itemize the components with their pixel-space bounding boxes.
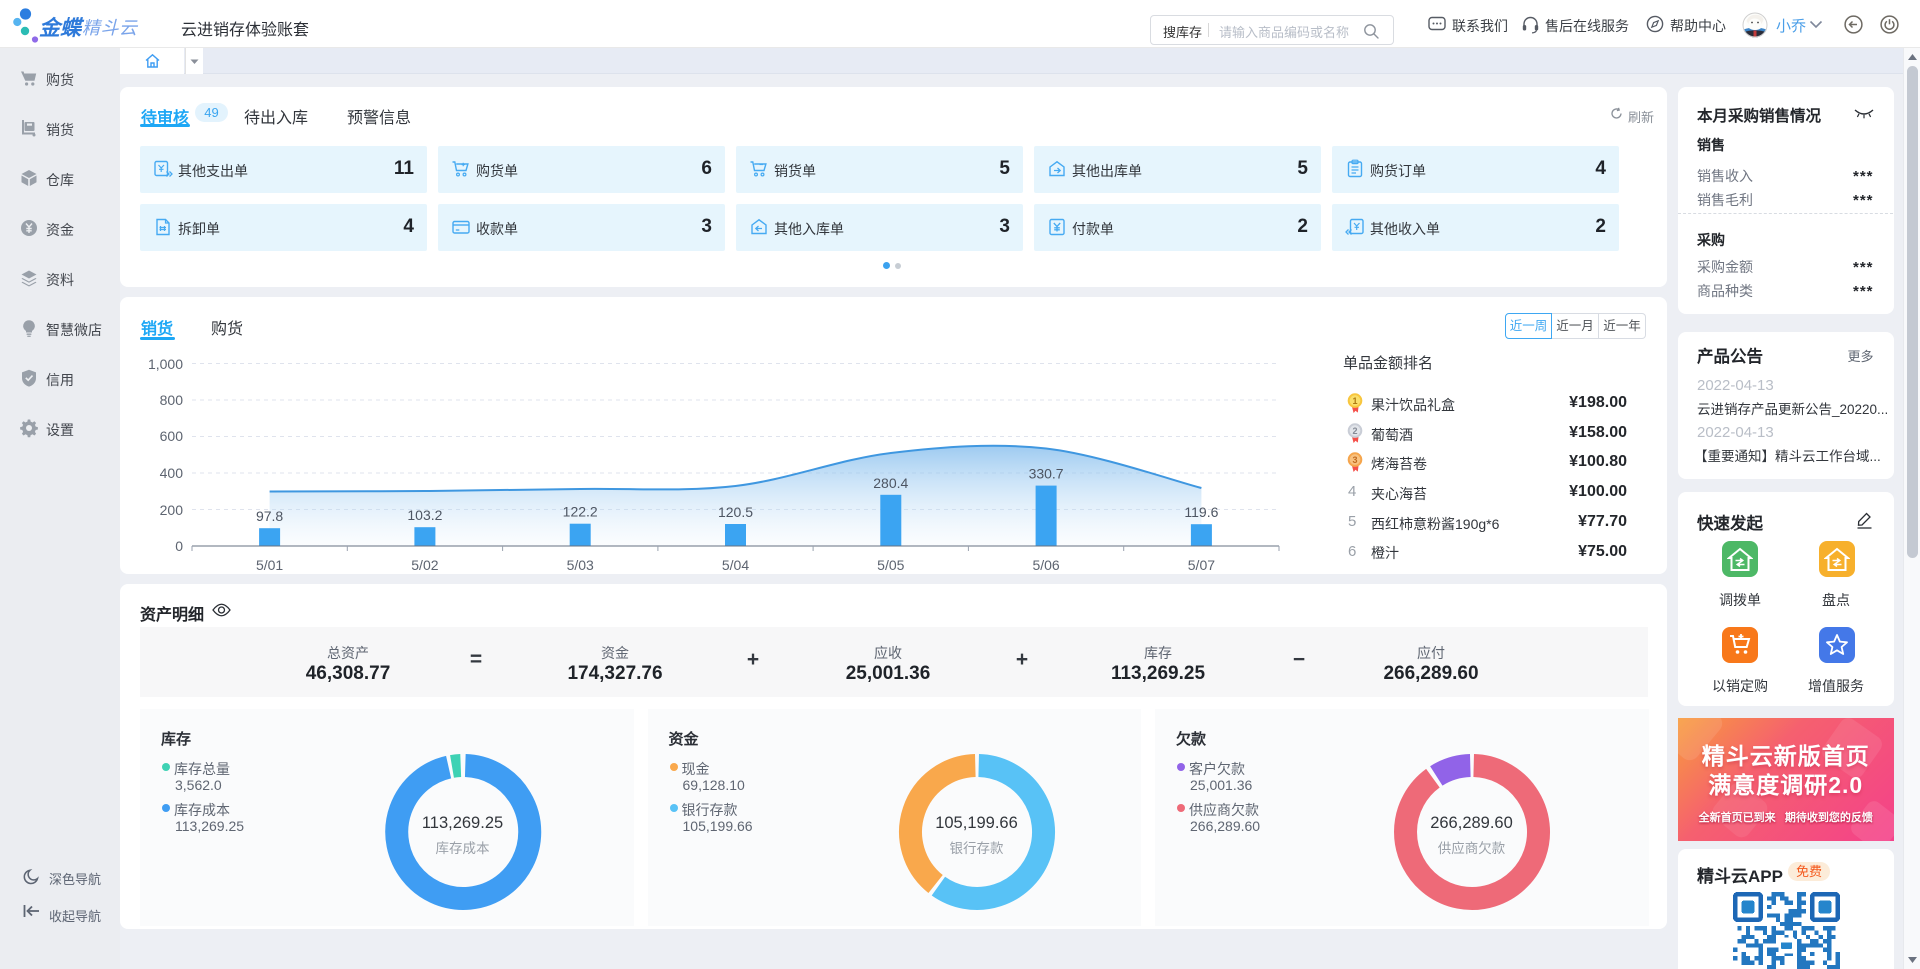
svg-text:1,000: 1,000 [148,356,183,372]
svg-text:800: 800 [160,392,184,408]
svg-text:122.2: 122.2 [563,504,598,520]
svg-text:5/07: 5/07 [1188,557,1215,573]
svg-text:3: 3 [1352,455,1357,465]
svg-text:1: 1 [1352,396,1357,406]
svg-text:5/05: 5/05 [877,557,904,573]
svg-text:200: 200 [160,502,184,518]
svg-text:120.5: 120.5 [718,504,753,520]
svg-text:103.2: 103.2 [407,507,442,523]
svg-text:119.6: 119.6 [1184,504,1218,520]
svg-text:280.4: 280.4 [873,475,908,491]
svg-text:0: 0 [175,538,183,554]
svg-text:5/04: 5/04 [722,557,749,573]
svg-text:600: 600 [160,428,184,444]
svg-text:97.8: 97.8 [256,508,283,524]
svg-text:5/02: 5/02 [411,557,438,573]
svg-text:5/03: 5/03 [567,557,594,573]
svg-text:400: 400 [160,465,184,481]
svg-text:2: 2 [1352,426,1357,436]
svg-text:330.7: 330.7 [1029,466,1064,482]
svg-text:5/06: 5/06 [1032,557,1059,573]
svg-text:5/01: 5/01 [256,557,283,573]
